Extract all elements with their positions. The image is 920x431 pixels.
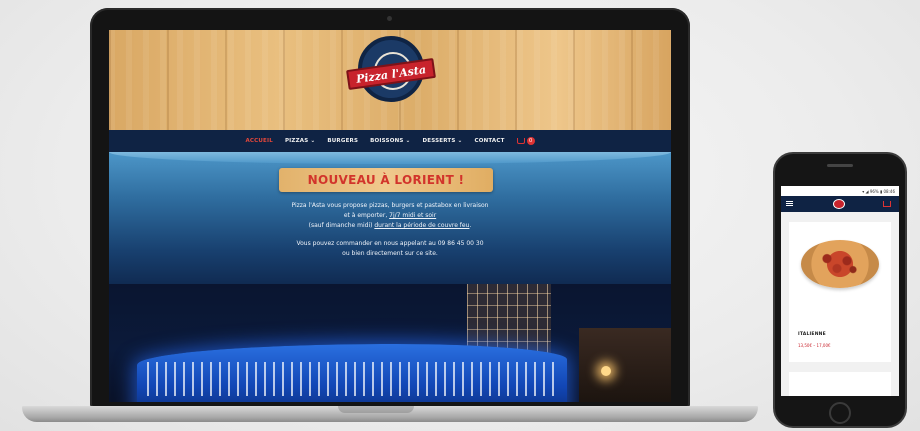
hero-text-line2-prefix: et à emporter, [343, 212, 390, 219]
nav-item-boissons[interactable]: BOISSONS ⌄ [370, 138, 410, 144]
status-bar: ▾ ◢ 96% ▮ 08:46 [781, 186, 899, 196]
home-button[interactable] [829, 402, 851, 424]
product-name: ITALIENNE [798, 332, 826, 337]
cart-count-badge: 0 [526, 137, 535, 145]
hero-title: NOUVEAU À LORIENT ! [307, 173, 465, 187]
mobile-nav [781, 196, 899, 212]
cart-button[interactable]: 0 [516, 137, 535, 145]
hero-text-line2: et à emporter, 7j/7 midi et soir [229, 211, 551, 221]
hero-text-line1: Pizza l'Asta vous propose pizzas, burger… [291, 202, 489, 209]
hero-banner: NOUVEAU À LORIENT ! [279, 168, 493, 192]
pizza-image [801, 240, 879, 288]
building-right [579, 328, 671, 402]
product-card[interactable]: ITALIENNE 13,50€ – 17,00€ [789, 222, 891, 362]
nav-item-pizzas[interactable]: PIZZAS ⌄ [285, 138, 315, 144]
product-card[interactable] [789, 372, 891, 396]
night-building-photo [109, 284, 671, 402]
laptop-camera [387, 16, 392, 21]
mobile-logo-icon[interactable] [833, 199, 845, 209]
hero-text-line4: Vous pouvez commander en nous appelant a… [296, 240, 484, 247]
hours-link[interactable]: 7j/7 midi et soir [389, 212, 436, 219]
laptop-bezel: Pizza l'Asta ACCUEIL PIZZAS ⌄ BURGERS BO… [90, 8, 690, 408]
hero-section: NOUVEAU À LORIENT ! Pizza l'Asta vous pr… [109, 152, 671, 284]
hero-wave [109, 152, 671, 164]
hero-text-line5: ou bien directement sur ce site. [342, 250, 438, 257]
phone-speaker [827, 164, 853, 167]
nav-item-accueil[interactable]: ACCUEIL [245, 138, 273, 144]
smartphone: ▾ ◢ 96% ▮ 08:46 ITALIENNE 13,50€ – 17,00… [773, 152, 907, 428]
blue-lit-building [137, 344, 567, 402]
curfew-link[interactable]: durant la période de couvre feu [374, 222, 469, 229]
hero-text-line3-suffix: . [469, 222, 472, 229]
phone-screen: ▾ ◢ 96% ▮ 08:46 ITALIENNE 13,50€ – 17,00… [781, 186, 899, 396]
hero-text-line3: (sauf dimanche midi) durant la période d… [229, 221, 551, 231]
product-price: 13,50€ – 17,00€ [798, 343, 831, 348]
nav-item-burgers[interactable]: BURGERS [327, 138, 358, 144]
laptop-screen: Pizza l'Asta ACCUEIL PIZZAS ⌄ BURGERS BO… [109, 30, 671, 402]
site-header: Pizza l'Asta [109, 30, 671, 130]
cart-icon [516, 138, 525, 144]
hero-text-line3-prefix: (sauf dimanche midi) [308, 222, 375, 229]
main-nav: ACCUEIL PIZZAS ⌄ BURGERS BOISSONS ⌄ DESS… [109, 130, 671, 152]
hamburger-menu-icon[interactable] [786, 201, 793, 202]
laptop-notch [338, 406, 414, 413]
mobile-cart-icon[interactable] [883, 201, 891, 207]
nav-item-contact[interactable]: CONTACT [474, 138, 504, 144]
nav-item-desserts[interactable]: DESSERTS ⌄ [422, 138, 462, 144]
